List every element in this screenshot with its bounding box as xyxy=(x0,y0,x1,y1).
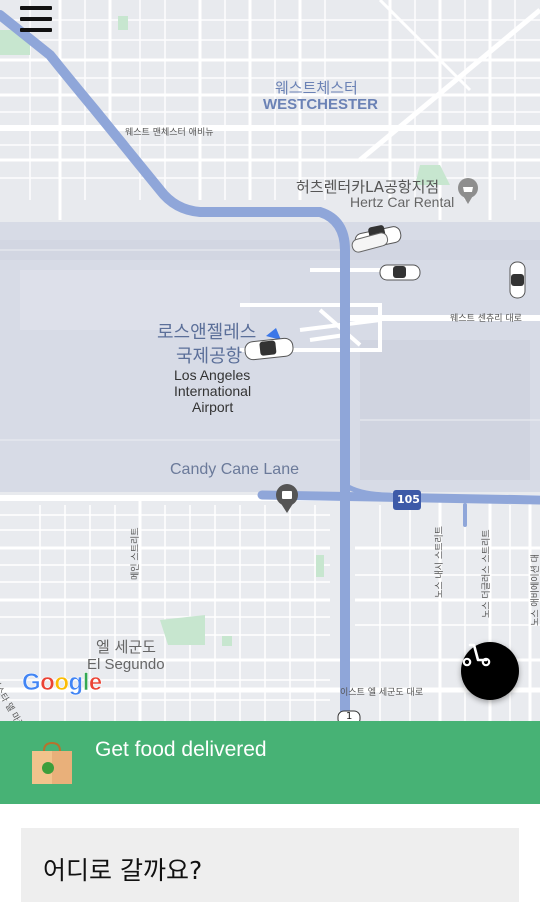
scooter-button[interactable] xyxy=(461,642,519,700)
map-label-main-street: 메인 스트리트 xyxy=(131,527,141,580)
scooter-icon xyxy=(462,643,491,667)
map-label-douglas-street: 노스 더글러스 스트리트 xyxy=(482,529,492,618)
hamburger-menu-icon[interactable] xyxy=(16,4,56,36)
map-label-lax-en-2: International xyxy=(174,383,252,399)
car-marker-icon xyxy=(509,261,526,299)
destination-search-field[interactable]: 어디로 갈까요? xyxy=(21,828,519,902)
google-logo: Google xyxy=(22,669,103,697)
map-label-westchester-en: WESTCHESTER xyxy=(263,96,379,113)
map-label-westchester-ko: 웨스트체스터 xyxy=(275,79,358,97)
shopping-bag-icon xyxy=(32,741,72,784)
map-label-nash-street: 노스 내시 스트리트 xyxy=(435,526,445,598)
map-label-century-blvd: 웨스트 센츄리 대로 xyxy=(450,314,522,324)
search-placeholder: 어디로 갈까요? xyxy=(43,856,203,885)
car-marker-icon xyxy=(379,264,421,281)
map-label-aviation-blvd: 노스 애비에이션 대 xyxy=(531,554,540,626)
map-label-lax-ko-2: 국제공항 xyxy=(176,346,243,367)
map-label-candy-cane: Candy Cane Lane xyxy=(170,461,299,478)
map-label-manchester-ave: 웨스트 맨체스터 애비뉴 xyxy=(125,128,214,138)
map-view[interactable]: 웨스트체스터 WESTCHESTER 웨스트 맨체스터 애비뉴 허츠렌터카LA공… xyxy=(0,0,540,721)
banner-text: Get food delivered xyxy=(95,738,267,761)
highway-1-shield: 1 xyxy=(346,711,353,721)
highway-105-shield: 105 xyxy=(397,493,420,506)
map-label-lax-en-3: Airport xyxy=(192,399,234,415)
map-label-east-el-segundo: 이스트 엘 세군도 대로 xyxy=(340,688,424,698)
map-label-lax-en-1: Los Angeles xyxy=(174,367,251,383)
map-label-el-segundo-ko: 엘 세군도 xyxy=(96,638,156,656)
map-label-hertz-en: Hertz Car Rental xyxy=(350,194,455,210)
food-delivery-banner[interactable]: Get food delivered xyxy=(0,721,540,804)
map-label-lax-ko-1: 로스앤젤레스 xyxy=(157,322,257,343)
